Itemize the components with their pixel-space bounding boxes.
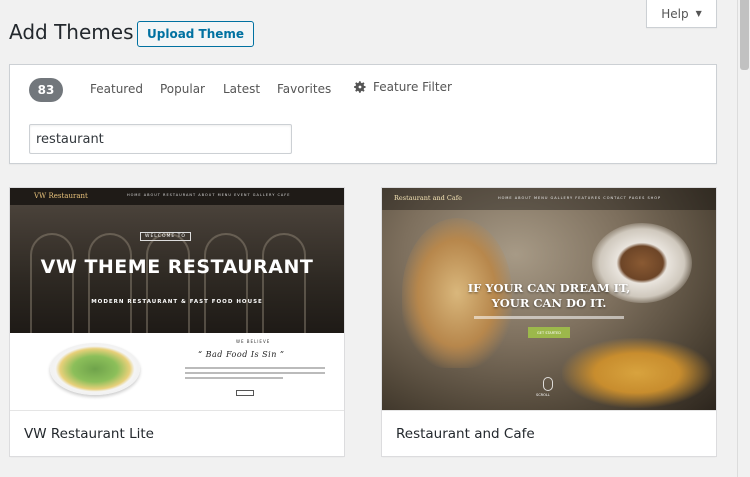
preview-believe: WE BELIEVE (236, 339, 271, 344)
filter-favorites[interactable]: Favorites (277, 82, 331, 96)
preview-welcome: WELCOME TO (140, 232, 191, 241)
theme-card-restaurant-and-cafe[interactable]: Restaurant and Cafe HOME ABOUT MENU GALL… (381, 187, 717, 457)
preview-quote: “ Bad Food Is Sin ” (198, 350, 285, 359)
help-label: Help (661, 6, 689, 21)
preview-read-more-button (236, 390, 254, 396)
filter-latest[interactable]: Latest (223, 82, 260, 96)
theme-card-vw-restaurant-lite[interactable]: VW Restaurant HOME ABOUT RESTAURANT ABOU… (9, 187, 345, 457)
preview-subtext-line (474, 316, 624, 319)
preview-headline: IF YOUR CAN DREAM IT, YOUR CAN DO IT. (382, 281, 716, 311)
waffle-fries-image (562, 338, 712, 408)
theme-screenshot[interactable]: VW Restaurant HOME ABOUT RESTAURANT ABOU… (10, 188, 344, 410)
help-tab[interactable]: Help ▼ (646, 0, 717, 28)
feature-filter-button[interactable]: Feature Filter (353, 80, 452, 94)
preview-headline-line-1: IF YOUR CAN DREAM IT, (467, 281, 631, 295)
preview-hero-subtitle: MODERN RESTAURANT & FAST FOOD HOUSE (91, 299, 263, 305)
page-title: Add Themes (9, 20, 134, 44)
preview-text-lines (185, 367, 325, 382)
upload-theme-button[interactable]: Upload Theme (137, 21, 255, 47)
theme-count-badge: 83 (29, 78, 63, 102)
theme-screenshot[interactable]: Restaurant and Cafe HOME ABOUT MENU GALL… (382, 188, 716, 410)
theme-name: Restaurant and Cafe (382, 410, 716, 456)
preview-nav: HOME ABOUT MENU GALLERY FEATURES CONTACT… (498, 196, 662, 200)
gear-icon (354, 81, 366, 93)
mouse-scroll-icon (543, 377, 553, 391)
food-plate-image (50, 343, 140, 395)
theme-search-input[interactable] (29, 124, 292, 154)
preview-logo: VW Restaurant (34, 192, 88, 200)
feature-filter-label: Feature Filter (373, 80, 452, 94)
theme-name: VW Restaurant Lite (10, 410, 344, 456)
preview-logo: Restaurant and Cafe (394, 194, 462, 202)
scrollbar-thumb[interactable] (740, 0, 749, 70)
preview-scroll-label: SCROLL (536, 393, 550, 397)
preview-nav: HOME ABOUT RESTAURANT ABOUT MENU EVENT G… (127, 193, 291, 197)
filter-featured[interactable]: Featured (90, 82, 143, 96)
preview-lower-section: WE BELIEVE “ Bad Food Is Sin ” (10, 333, 344, 410)
page-scrollbar[interactable] (737, 0, 750, 477)
preview-hero-title: VW THEME RESTAURANT (40, 256, 314, 278)
theme-filter-bar: 83 Featured Popular Latest Favorites Fea… (9, 64, 717, 164)
preview-cta-button: GET STARTED (528, 327, 570, 338)
caret-down-icon: ▼ (695, 9, 702, 18)
filter-popular[interactable]: Popular (160, 82, 205, 96)
preview-headline-line-2: YOUR CAN DO IT. (491, 296, 607, 310)
